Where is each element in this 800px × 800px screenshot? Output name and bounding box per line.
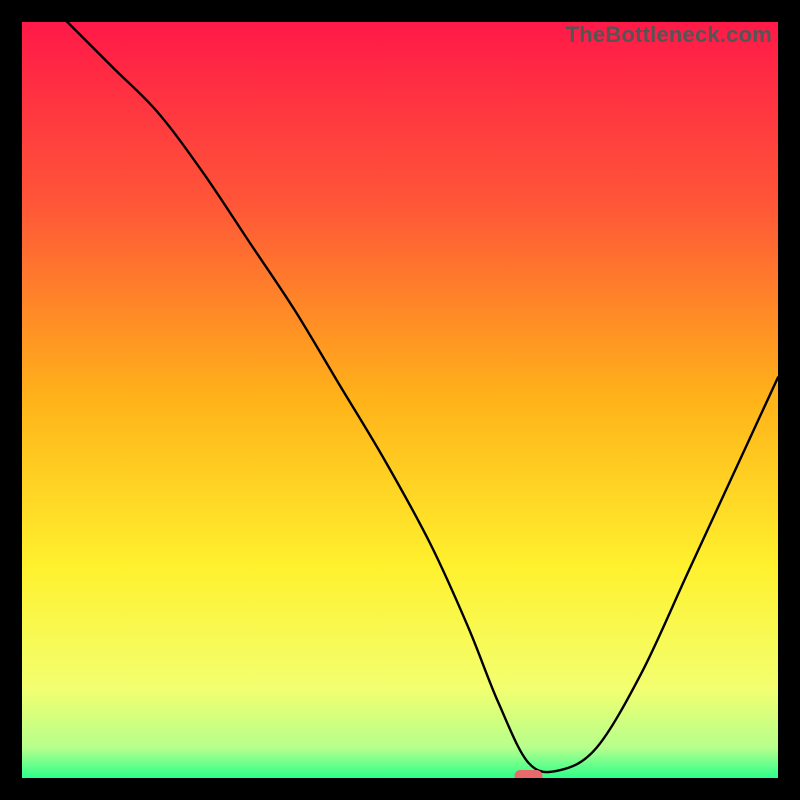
watermark-text: TheBottleneck.com [566,22,772,48]
chart-frame: TheBottleneck.com [0,0,800,800]
chart-svg [22,22,778,778]
gradient-background [22,22,778,778]
plot-area: TheBottleneck.com [22,22,778,778]
optimal-marker [515,770,543,778]
